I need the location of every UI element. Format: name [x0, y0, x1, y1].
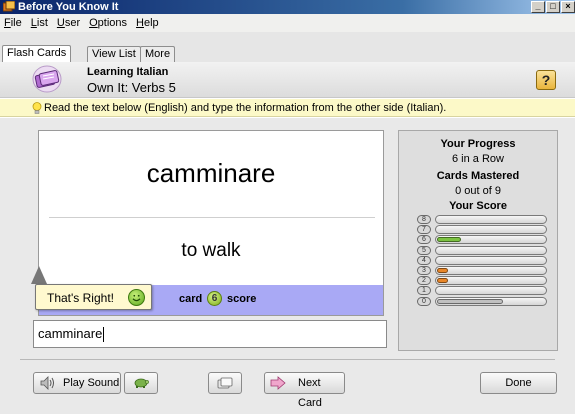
- maximize-button[interactable]: □: [546, 1, 560, 13]
- score-heading: Your Score: [449, 200, 507, 212]
- menu-bar: File List User Options Help: [0, 14, 575, 32]
- main-area: camminare to walk card 6 score That's Ri…: [0, 118, 575, 414]
- instruction-bar: Read the text below (English) and type t…: [0, 99, 575, 117]
- answer-input[interactable]: camminare: [33, 320, 387, 348]
- lesson-language: Learning Italian: [87, 66, 169, 78]
- menu-list[interactable]: List: [31, 17, 48, 29]
- text-caret: [103, 327, 105, 343]
- score-bar-fill: [437, 237, 461, 243]
- score-bar: [435, 266, 547, 275]
- button-separator: [20, 359, 555, 360]
- menu-options[interactable]: Options: [89, 17, 127, 29]
- card-back-text: to walk: [181, 240, 241, 261]
- tab-more[interactable]: More: [140, 46, 176, 62]
- score-bar: [435, 225, 547, 235]
- progress-heading: Your Progress: [440, 138, 516, 150]
- score-level-badge: 1: [417, 286, 431, 296]
- score-bar: [435, 215, 547, 224]
- speaker-icon: [40, 376, 54, 390]
- lesson-name: Own It: Verbs 5: [87, 80, 176, 95]
- score-bar-fill: [437, 278, 448, 284]
- card-divider: [49, 217, 375, 218]
- play-sound-label: Play Sound: [63, 377, 120, 389]
- answer-value: camminare: [38, 326, 103, 341]
- score-level-badge: 3: [417, 266, 431, 275]
- done-button[interactable]: Done: [480, 372, 557, 394]
- tab-view-list[interactable]: View List: [87, 46, 141, 62]
- menu-help[interactable]: Help: [136, 17, 159, 29]
- score-level-badge: 7: [417, 225, 431, 235]
- next-arrow-icon: [270, 376, 286, 390]
- score-level-badge: 4: [417, 255, 431, 265]
- progress-panel: Your Progress 6 in a Row Cards Mastered …: [398, 130, 558, 351]
- minimize-button[interactable]: _: [531, 1, 545, 13]
- score-bar-fill: [437, 298, 503, 304]
- score-bar: [435, 296, 547, 306]
- lightbulb-icon: [32, 102, 42, 114]
- score-bar: [435, 276, 547, 286]
- score-bar: [435, 235, 547, 245]
- tab-flash-cards[interactable]: Flash Cards: [2, 45, 72, 63]
- score-level-badge: 5: [417, 245, 431, 255]
- next-card-button[interactable]: Next Card: [264, 372, 345, 409]
- done-label: Done: [505, 377, 532, 389]
- window-title: Before You Know It: [18, 1, 119, 13]
- slow-sound-button[interactable]: [124, 372, 158, 394]
- smiley-icon: [128, 289, 145, 306]
- score-level-badge: 0: [417, 296, 431, 306]
- window-titlebar: Before You Know It _ □ ×: [0, 0, 575, 14]
- score-bar: [435, 255, 547, 265]
- instruction-text: Read the text below (English) and type t…: [44, 102, 447, 114]
- menu-file[interactable]: File: [4, 17, 22, 29]
- card-front-text: camminare: [146, 158, 276, 188]
- score-bar: [435, 245, 547, 255]
- play-sound-button[interactable]: Play Sound: [33, 372, 121, 394]
- score-level-badge: 6: [417, 235, 431, 245]
- app-icon: [3, 1, 15, 12]
- cards-mastered-value: 0 out of 9: [455, 185, 501, 197]
- flashcards-icon: [32, 65, 62, 93]
- tab-bar: Flash Cards View List More: [0, 32, 575, 63]
- feedback-bubble: That's Right!: [35, 284, 152, 310]
- next-card-label: Next Card: [298, 377, 322, 409]
- turtle-icon: [134, 378, 149, 388]
- card-label: card: [179, 293, 203, 305]
- card-number-badge: 6: [207, 291, 222, 306]
- flip-card-icon: [217, 377, 233, 389]
- score-level-badge: 2: [417, 276, 431, 286]
- feedback-bubble-tail: [31, 266, 47, 284]
- menu-user[interactable]: User: [57, 17, 80, 29]
- close-button[interactable]: ×: [561, 1, 575, 13]
- score-bar: [435, 286, 547, 296]
- feedback-text: That's Right!: [47, 291, 114, 305]
- lesson-header: Learning Italian Own It: Verbs 5 ?: [0, 62, 575, 98]
- help-button[interactable]: ?: [536, 70, 556, 90]
- flip-card-button[interactable]: [208, 372, 242, 394]
- streak-value: 6 in a Row: [452, 153, 504, 165]
- cards-mastered-heading: Cards Mastered: [436, 170, 520, 182]
- score-level-badge: 8: [417, 215, 431, 224]
- score-bar-fill: [437, 268, 448, 273]
- score-label: score: [227, 293, 257, 305]
